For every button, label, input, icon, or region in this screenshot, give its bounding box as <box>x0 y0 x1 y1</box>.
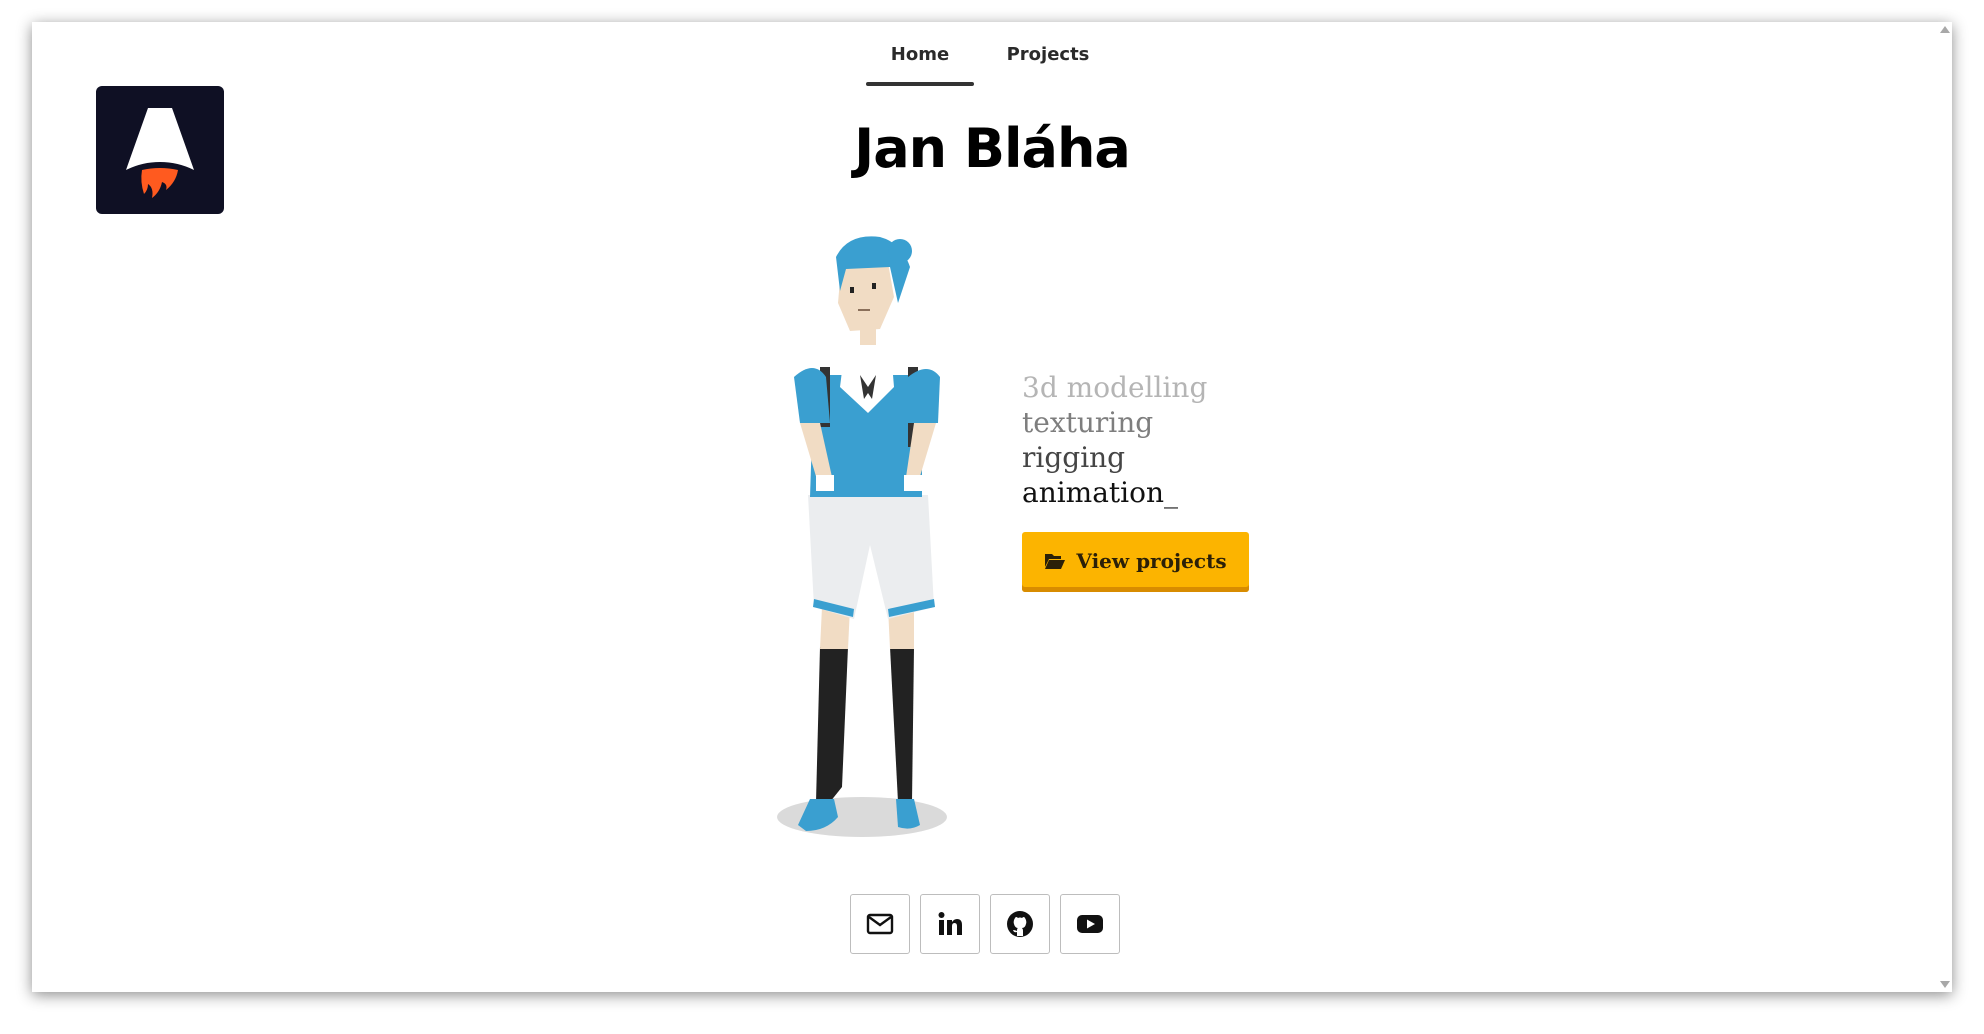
character-model-image <box>777 236 947 837</box>
envelope-icon <box>866 913 894 935</box>
scroll-up-arrow-icon[interactable] <box>1940 26 1950 33</box>
github-icon <box>1007 911 1033 937</box>
nav-active-indicator <box>866 82 974 86</box>
nav-link-home[interactable]: Home <box>866 40 974 86</box>
youtube-link[interactable] <box>1060 894 1120 954</box>
top-navigation: Home Projects <box>32 22 1952 87</box>
skill-item: texturing <box>1022 406 1154 439</box>
scroll-down-arrow-icon[interactable] <box>1940 981 1950 988</box>
skill-item: rigging <box>1022 441 1126 474</box>
nav-link-projects[interactable]: Projects <box>986 40 1110 86</box>
view-projects-button[interactable]: View projects <box>1022 532 1249 592</box>
skills-list: 3d modelling texturing rigging animation… <box>1022 370 1207 510</box>
email-link[interactable] <box>850 894 910 954</box>
skill-item: animation_ <box>1022 476 1179 509</box>
browser-viewport: Home Projects Jan Bláha 3d modelling tex… <box>32 22 1952 992</box>
page-title: Jan Bláha <box>854 117 1131 180</box>
skill-item: 3d modelling <box>1022 371 1208 404</box>
youtube-icon <box>1077 915 1103 933</box>
github-link[interactable] <box>990 894 1050 954</box>
view-projects-label: View projects <box>1076 548 1227 573</box>
linkedin-link[interactable] <box>920 894 980 954</box>
linkedin-icon <box>938 912 962 935</box>
folder-open-icon <box>1045 553 1066 569</box>
scrollbar[interactable] <box>1936 22 1952 992</box>
